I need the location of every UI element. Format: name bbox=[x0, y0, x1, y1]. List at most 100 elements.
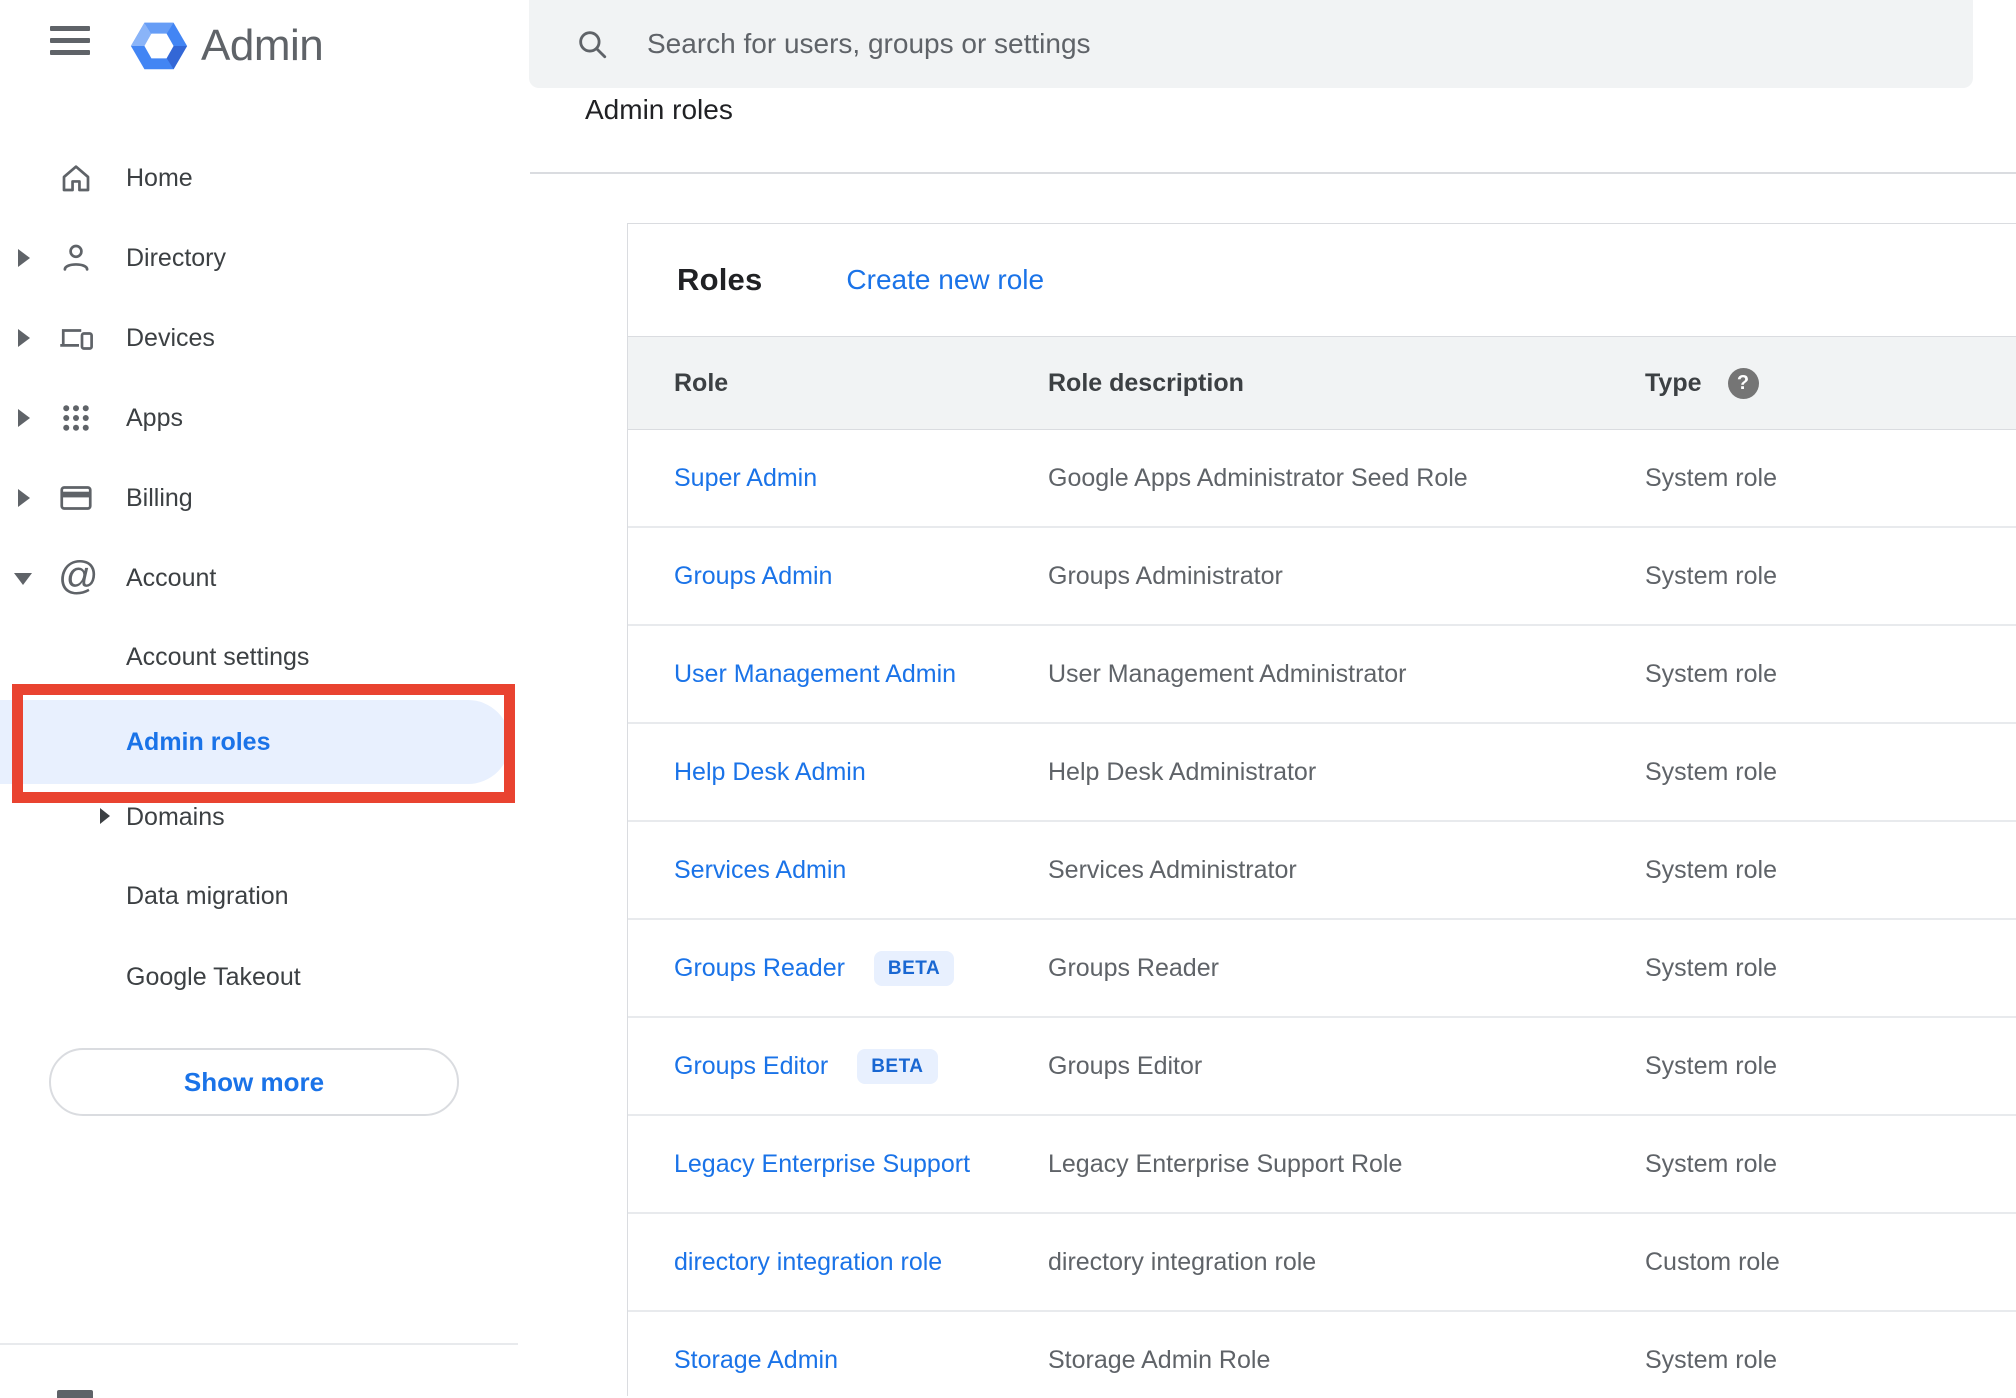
table-row: Groups Reader BETA Groups Reader System … bbox=[628, 920, 2016, 1018]
sidebar-item-admin-roles[interactable]: Admin roles bbox=[0, 700, 510, 784]
sidebar-item-apps[interactable]: Apps bbox=[0, 378, 518, 458]
role-link[interactable]: Groups Editor bbox=[674, 1052, 828, 1080]
sidebar-item-domains[interactable]: Domains bbox=[0, 777, 518, 857]
admin-logo-icon bbox=[130, 22, 188, 70]
sidebar-item-directory[interactable]: Directory bbox=[0, 218, 518, 298]
sidebar-item-devices[interactable]: Devices bbox=[0, 298, 518, 378]
role-type-cell: System role bbox=[1645, 659, 1777, 688]
search-placeholder: Search for users, groups or settings bbox=[647, 28, 1091, 59]
role-type-cell: System role bbox=[1645, 953, 1777, 982]
expand-down-icon[interactable] bbox=[14, 573, 32, 585]
role-type-cell: System role bbox=[1645, 561, 1777, 590]
credit-card-icon bbox=[60, 486, 92, 510]
role-link[interactable]: User Management Admin bbox=[674, 660, 956, 688]
expand-right-icon[interactable] bbox=[18, 409, 30, 427]
role-description-cell: Groups Reader bbox=[1048, 953, 1219, 982]
roles-panel: Roles Create new role Role Role descript… bbox=[627, 223, 2016, 1396]
role-description-cell: Storage Admin Role bbox=[1048, 1345, 1271, 1374]
table-row: directory integration role directory int… bbox=[628, 1214, 2016, 1312]
search-input[interactable]: Search for users, groups or settings bbox=[529, 0, 1973, 88]
roles-table-body: Super Admin Google Apps Administrator Se… bbox=[628, 430, 2016, 1396]
expand-right-icon[interactable] bbox=[18, 489, 30, 507]
sidebar-item-label: Account settings bbox=[126, 643, 310, 671]
role-description-cell: Services Administrator bbox=[1048, 855, 1297, 884]
role-type-cell: Custom role bbox=[1645, 1247, 1780, 1276]
sidebar-item-account-settings[interactable]: Account settings bbox=[0, 617, 518, 697]
sidebar-item-google-takeout[interactable]: Google Takeout bbox=[0, 937, 518, 1017]
table-row: Services Admin Services Administrator Sy… bbox=[628, 822, 2016, 920]
sidebar-item-label: Data migration bbox=[126, 882, 289, 910]
role-type-cell: System role bbox=[1645, 855, 1777, 884]
create-new-role-link[interactable]: Create new role bbox=[846, 264, 1044, 296]
beta-badge: BETA bbox=[873, 950, 955, 986]
devices-icon bbox=[60, 329, 93, 350]
sidebar-item-label: Billing bbox=[126, 484, 193, 512]
role-description-cell: Legacy Enterprise Support Role bbox=[1048, 1149, 1403, 1178]
role-description-cell: Google Apps Administrator Seed Role bbox=[1048, 463, 1468, 492]
table-row: Groups Editor BETA Groups Editor System … bbox=[628, 1018, 2016, 1116]
roles-panel-header: Roles Create new role bbox=[628, 224, 2016, 336]
role-description-cell: Groups Editor bbox=[1048, 1051, 1203, 1080]
role-link[interactable]: Groups Admin bbox=[674, 562, 832, 590]
apps-grid-icon bbox=[63, 405, 89, 431]
sidebar-item-label: Admin roles bbox=[126, 728, 271, 756]
role-link[interactable]: Groups Reader bbox=[674, 954, 845, 982]
column-header-type: Type bbox=[1645, 368, 1702, 397]
table-row: Legacy Enterprise Support Legacy Enterpr… bbox=[628, 1116, 2016, 1214]
sidebar-item-data-migration[interactable]: Data migration bbox=[0, 856, 518, 936]
sidebar-item-home[interactable]: Home bbox=[0, 138, 518, 218]
sidebar-item-label: Devices bbox=[126, 324, 215, 352]
expand-right-icon[interactable] bbox=[100, 808, 110, 824]
menu-icon[interactable] bbox=[50, 26, 90, 56]
table-row: Help Desk Admin Help Desk Administrator … bbox=[628, 724, 2016, 822]
divider bbox=[530, 172, 2016, 174]
role-description-cell: Groups Administrator bbox=[1048, 561, 1283, 590]
clipped-bottom-icon bbox=[57, 1390, 93, 1398]
expand-right-icon[interactable] bbox=[18, 329, 30, 347]
role-description-cell: directory integration role bbox=[1048, 1247, 1317, 1276]
role-link[interactable]: Storage Admin bbox=[674, 1346, 838, 1374]
sidebar-divider bbox=[0, 1343, 518, 1345]
sidebar-item-label: Account bbox=[126, 564, 217, 592]
table-row: Storage Admin Storage Admin Role System … bbox=[628, 1312, 2016, 1396]
role-type-cell: System role bbox=[1645, 757, 1777, 786]
show-more-button[interactable]: Show more bbox=[49, 1048, 459, 1116]
at-sign-icon: @ bbox=[58, 554, 99, 598]
role-description-cell: Help Desk Administrator bbox=[1048, 757, 1317, 786]
sidebar-item-label: Domains bbox=[126, 803, 225, 831]
table-row: Super Admin Google Apps Administrator Se… bbox=[628, 430, 2016, 528]
role-link[interactable]: Super Admin bbox=[674, 464, 817, 492]
person-icon bbox=[63, 244, 89, 271]
role-link[interactable]: Services Admin bbox=[674, 856, 846, 884]
role-type-cell: System role bbox=[1645, 1345, 1777, 1374]
role-type-cell: System role bbox=[1645, 463, 1777, 492]
role-link[interactable]: directory integration role bbox=[674, 1248, 942, 1276]
sidebar-item-label: Apps bbox=[126, 404, 183, 432]
role-type-cell: System role bbox=[1645, 1051, 1777, 1080]
sidebar-item-account[interactable]: @ Account bbox=[0, 538, 518, 618]
table-row: Groups Admin Groups Administrator System… bbox=[628, 528, 2016, 626]
sidebar-item-billing[interactable]: Billing bbox=[0, 458, 518, 538]
role-link[interactable]: Legacy Enterprise Support bbox=[674, 1150, 970, 1178]
sidebar: Admin Home Directory Devices Apps Billin… bbox=[0, 0, 530, 1398]
column-header-description: Role description bbox=[1048, 368, 1244, 397]
help-icon[interactable]: ? bbox=[1727, 367, 1759, 399]
show-more-label: Show more bbox=[183, 1066, 325, 1097]
home-icon bbox=[62, 165, 90, 192]
table-header-row: Role Role description Type ? bbox=[628, 336, 2016, 430]
google-admin-console: { "app": { "brand": "Admin" }, "search":… bbox=[0, 0, 2016, 1398]
table-row: User Management Admin User Management Ad… bbox=[628, 626, 2016, 724]
panel-title: Roles bbox=[677, 262, 763, 297]
sidebar-item-label: Home bbox=[126, 164, 193, 192]
expand-right-icon[interactable] bbox=[18, 249, 30, 267]
sidebar-item-label: Google Takeout bbox=[126, 963, 301, 991]
column-header-role: Role bbox=[674, 368, 729, 397]
sidebar-item-label: Directory bbox=[126, 244, 227, 272]
role-link[interactable]: Help Desk Admin bbox=[674, 758, 866, 786]
role-type-cell: System role bbox=[1645, 1149, 1777, 1178]
search-icon bbox=[579, 31, 607, 59]
brand-title: Admin bbox=[201, 21, 324, 70]
beta-badge: BETA bbox=[857, 1048, 938, 1084]
breadcrumb: Admin roles bbox=[585, 94, 733, 125]
role-description-cell: User Management Administrator bbox=[1048, 659, 1407, 688]
